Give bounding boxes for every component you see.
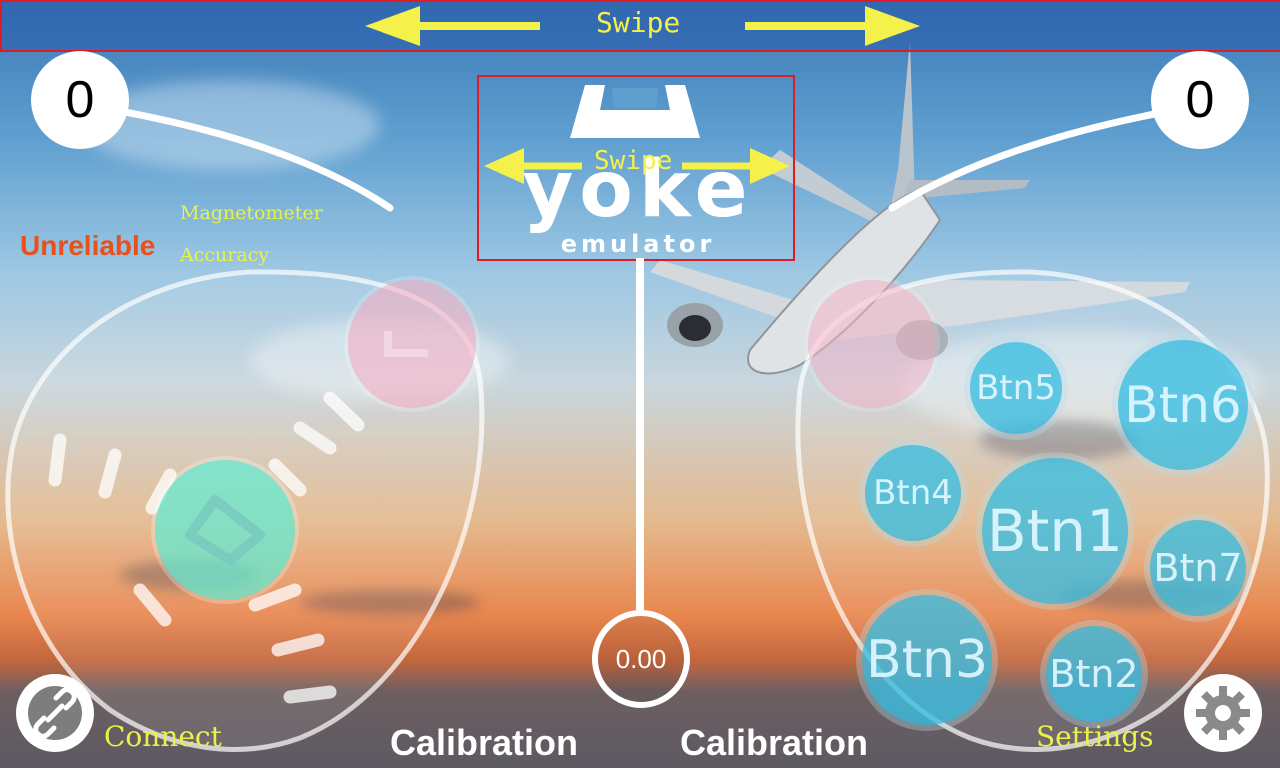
left-arc-indicator [121,108,394,212]
rudder-knob[interactable] [808,280,936,408]
connect-button[interactable] [16,674,94,752]
btn7-label: Btn7 [1153,546,1243,590]
btn5-button[interactable]: Btn5 [970,342,1062,434]
btn7-button[interactable]: Btn7 [1150,520,1246,616]
btn4-button[interactable]: Btn4 [865,445,961,541]
logo-swipe-label: Swipe [594,146,673,176]
btn6-button[interactable]: Btn6 [1118,340,1248,470]
connect-label: Connect [104,720,222,753]
right-arc-indicator [888,108,1169,212]
btn1-label: Btn1 [986,497,1124,565]
calibration-left-button[interactable]: Calibration [390,722,578,764]
center-gauge[interactable]: 0.00 [592,610,690,708]
settings-label: Settings [1036,720,1154,753]
right-counter: 0 [1151,51,1249,149]
settings-button[interactable] [1184,674,1262,752]
knob-direction-icon [185,495,265,565]
magnetometer-label: Magnetometer [180,202,323,224]
throttle-handle-icon [384,331,428,357]
btn2-button[interactable]: Btn2 [1046,626,1142,722]
left-counter: 0 [31,51,129,149]
swipe-label: Swipe [596,6,681,39]
center-slider-track [636,258,644,610]
calibration-right-button[interactable]: Calibration [680,722,868,764]
btn5-label: Btn5 [976,368,1056,408]
btn1-button[interactable]: Btn1 [982,458,1128,604]
btn4-label: Btn4 [873,473,953,513]
btn6-label: Btn6 [1124,376,1242,434]
gear-icon [1196,686,1250,740]
btn3-label: Btn3 [865,630,989,690]
unlink-icon [28,686,82,740]
btn2-label: Btn2 [1049,652,1139,696]
center-gauge-value: 0.00 [615,643,667,674]
accuracy-status: Unreliable [20,230,156,261]
btn3-button[interactable]: Btn3 [862,595,992,725]
